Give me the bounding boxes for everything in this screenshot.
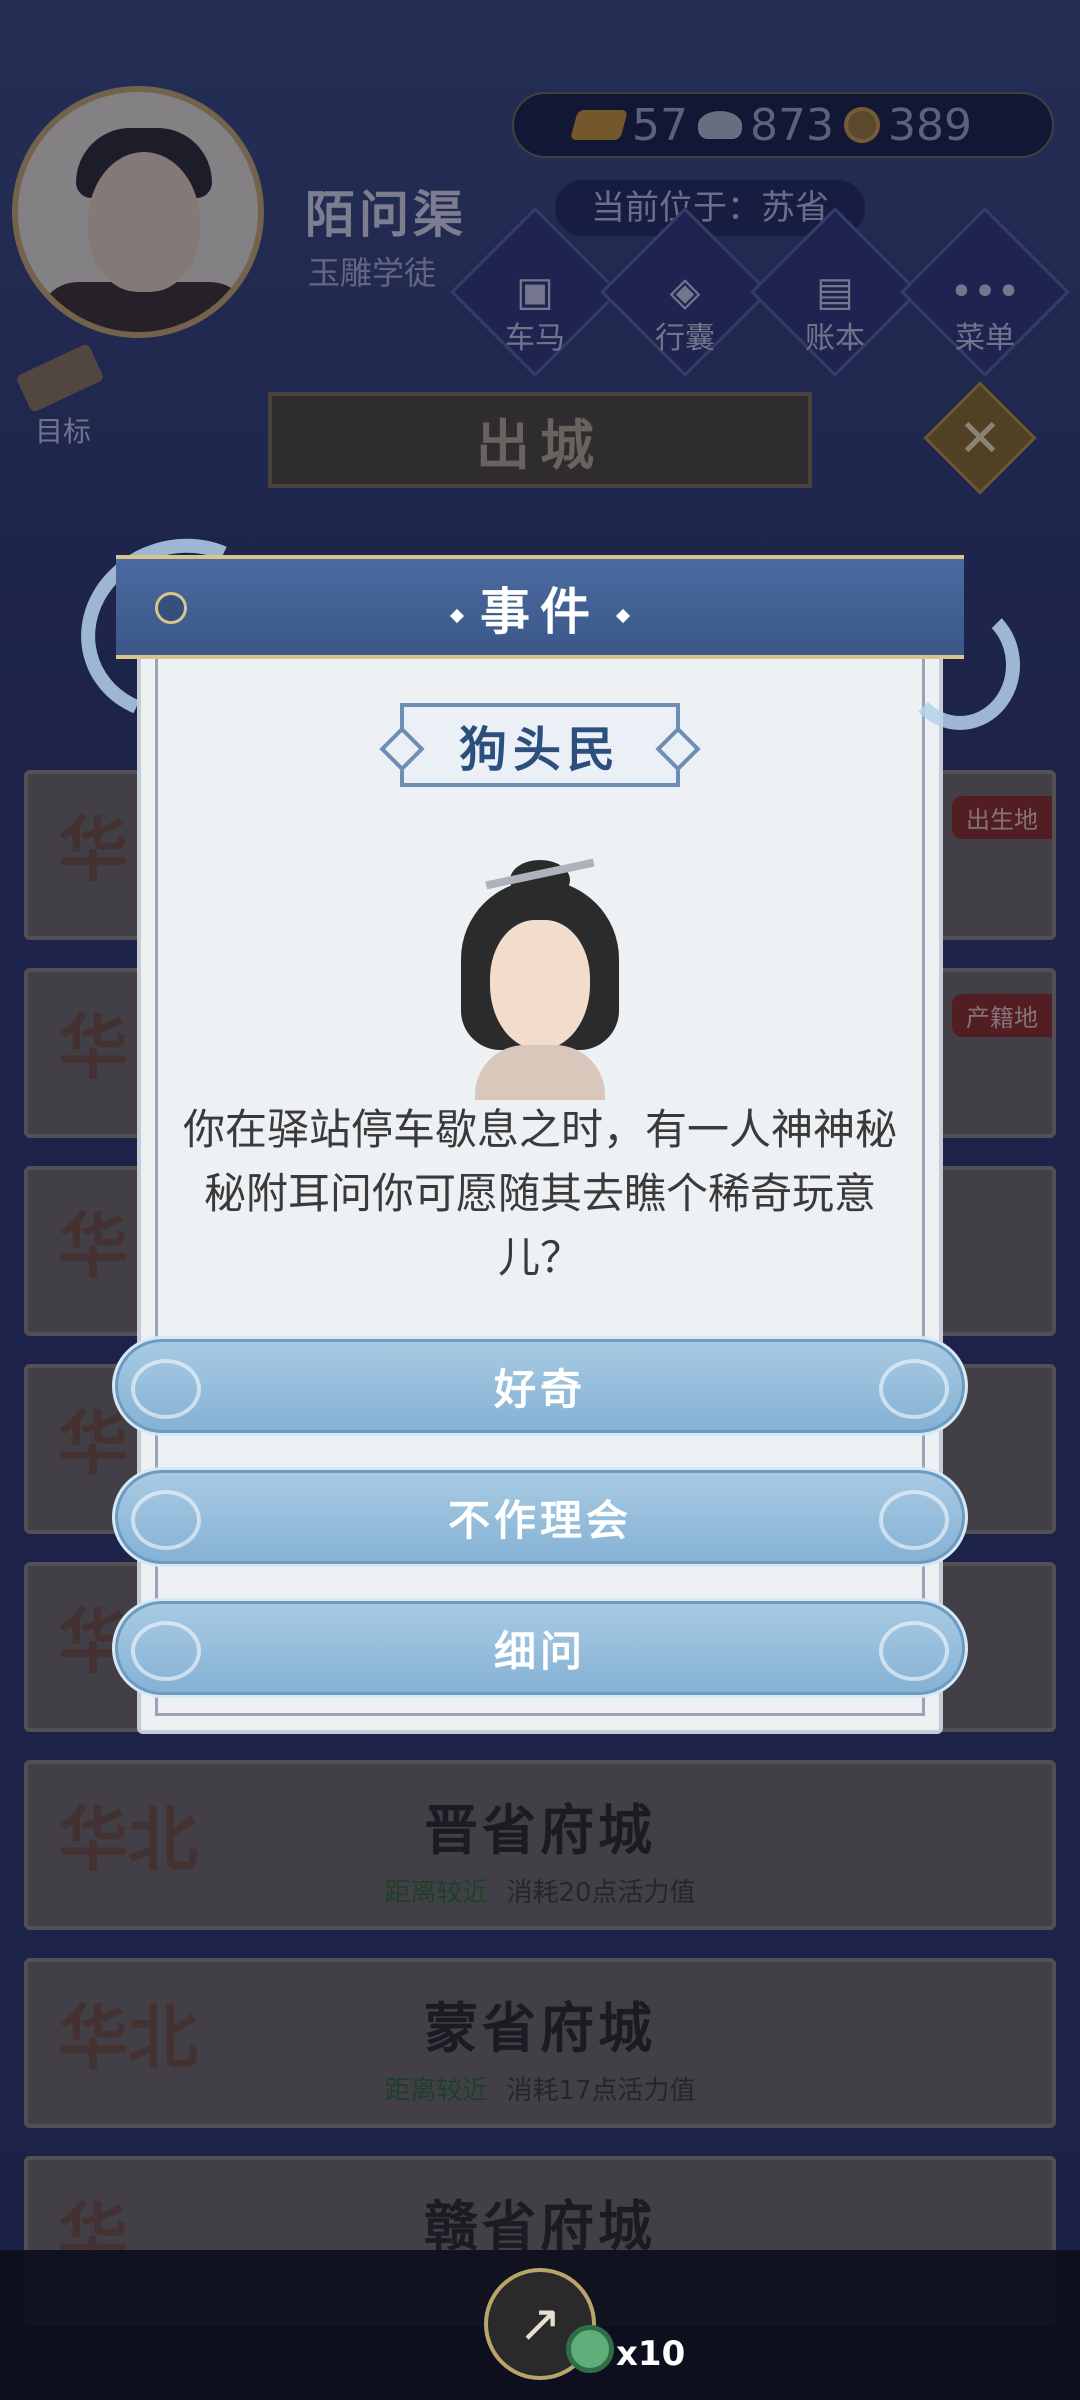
choice-label: 不作理会	[447, 1495, 632, 1545]
choice-curious-button[interactable]: 好奇	[112, 1336, 968, 1436]
dialog-title: 事件	[480, 583, 600, 641]
event-description: 你在驿站停车歇息之时，有一人神神秘秘附耳问你可愿随其去瞧个稀奇玩意儿？	[182, 1105, 897, 1282]
cloud-pattern-icon	[131, 1490, 201, 1550]
choice-label: 细问	[493, 1626, 586, 1676]
jade-token-icon	[566, 2325, 614, 2373]
dialog-title-wrap: 事件	[0, 572, 1080, 644]
share-icon: ↗	[518, 2294, 562, 2354]
npc-portrait	[455, 858, 625, 1100]
cloud-pattern-icon	[131, 1621, 201, 1681]
choice-label: 好奇	[493, 1364, 586, 1414]
reward-multiplier: x10	[616, 2334, 686, 2374]
cloud-pattern-icon	[879, 1490, 949, 1550]
npc-name: 狗头民	[458, 722, 621, 778]
choice-ask-button[interactable]: 细问	[112, 1598, 968, 1698]
choice-ignore-button[interactable]: 不作理会	[112, 1467, 968, 1567]
cloud-pattern-icon	[879, 1359, 949, 1419]
npc-name-plate: 狗头民	[400, 703, 689, 787]
gem-icon	[669, 738, 689, 758]
cloud-pattern-icon	[131, 1359, 201, 1419]
cloud-pattern-icon	[879, 1621, 949, 1681]
